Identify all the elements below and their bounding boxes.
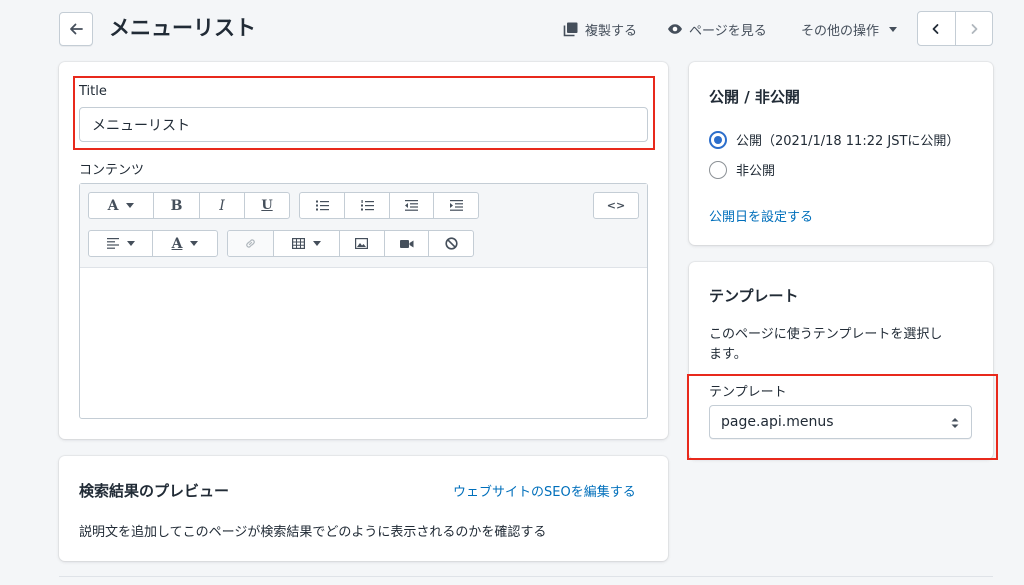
bulleted-list-button[interactable] — [300, 193, 344, 218]
insert-image-button[interactable] — [339, 231, 384, 256]
indent-icon — [449, 200, 463, 211]
html-group: <> — [593, 192, 639, 219]
clear-formatting-button[interactable] — [428, 231, 473, 256]
set-publish-date-link[interactable]: 公開日を設定する — [709, 206, 813, 225]
format-group: A B I U — [88, 192, 290, 219]
eye-icon — [668, 24, 682, 34]
page-title: メニューリスト — [109, 16, 256, 40]
caret-down-icon — [126, 203, 135, 208]
template-description: このページに使うテンプレートを選択し ます。 — [709, 325, 942, 365]
visibility-title: 公開 / 非公開 — [709, 88, 800, 106]
outdent-button[interactable] — [388, 193, 434, 218]
template-description-line-2: ます。 — [709, 347, 747, 362]
template-select[interactable]: page.api.menus — [709, 405, 972, 439]
template-title: テンプレート — [709, 287, 799, 305]
visibility-option-hidden[interactable]: 非公開 — [709, 160, 775, 179]
font-style-label: A — [107, 197, 119, 214]
underline-button[interactable]: U — [244, 193, 289, 218]
template-select-label: テンプレート — [709, 385, 787, 400]
radio-visible[interactable] — [709, 130, 727, 149]
numbered-list-icon — [360, 200, 374, 211]
indent-button[interactable] — [433, 193, 478, 218]
list-group — [299, 192, 479, 219]
link-icon — [246, 239, 255, 248]
chevron-left-icon — [932, 23, 939, 34]
radio-visible-label: 公開（2021/1/18 11:22 JSTに公開） — [736, 134, 960, 149]
edit-seo-link[interactable]: ウェブサイトのSEOを編集する — [453, 481, 636, 500]
radio-hidden[interactable] — [709, 160, 727, 179]
font-style-button[interactable]: A — [89, 193, 153, 218]
link-button[interactable] — [228, 231, 273, 256]
bottom-divider — [59, 576, 993, 577]
duplicate-icon — [563, 22, 578, 37]
more-actions-button[interactable]: その他の操作 — [801, 18, 898, 40]
image-icon — [355, 238, 369, 249]
chevron-right-icon — [971, 23, 978, 34]
align-button[interactable] — [89, 231, 152, 256]
editor-body[interactable] — [80, 269, 647, 418]
more-actions-label: その他の操作 — [801, 23, 880, 39]
seo-card — [59, 456, 668, 561]
view-page-label: ページを見る — [689, 23, 767, 39]
back-button[interactable] — [59, 12, 93, 46]
outdent-icon — [405, 200, 419, 211]
block-icon — [445, 237, 458, 250]
duplicate-label: 複製する — [585, 23, 638, 39]
bulleted-list-icon — [315, 200, 329, 211]
template-description-line-1: このページに使うテンプレートを選択し — [709, 327, 943, 342]
caret-down-icon — [312, 241, 321, 246]
caret-down-icon — [190, 241, 199, 246]
next-page-button[interactable] — [954, 12, 993, 45]
table-button[interactable] — [272, 231, 339, 256]
template-select-value: page.api.menus — [721, 414, 834, 430]
align-color-group: A — [88, 230, 218, 257]
radio-hidden-label: 非公開 — [736, 164, 776, 179]
caret-down-icon — [126, 241, 135, 246]
title-input[interactable]: メニューリスト — [79, 107, 648, 142]
bold-button[interactable]: B — [153, 193, 199, 218]
italic-button[interactable]: I — [199, 193, 244, 218]
table-icon — [291, 238, 305, 249]
seo-description: 説明文を追加してこのページが検索結果でどのように表示されるのかを確認する — [79, 525, 547, 540]
seo-title: 検索結果のプレビュー — [79, 482, 230, 500]
html-view-button[interactable]: <> — [594, 193, 638, 218]
visibility-option-visible[interactable]: 公開（2021/1/18 11:22 JSTに公開） — [709, 130, 959, 149]
video-icon — [399, 239, 414, 248]
select-arrows-icon — [951, 418, 959, 428]
duplicate-button[interactable]: 複製する — [563, 18, 637, 40]
view-page-button[interactable]: ページを見る — [667, 18, 767, 40]
title-label: Title — [79, 84, 107, 99]
insert-group — [227, 230, 474, 257]
insert-video-button[interactable] — [383, 231, 429, 256]
text-color-button[interactable]: A — [152, 231, 217, 256]
caret-down-icon — [889, 26, 898, 32]
numbered-list-button[interactable] — [344, 193, 389, 218]
content-label: コンテンツ — [79, 163, 145, 178]
align-left-icon — [106, 238, 119, 249]
title-input-value: メニューリスト — [92, 117, 190, 134]
previous-page-button[interactable] — [918, 12, 955, 45]
arrow-left-icon — [70, 23, 83, 35]
text-color-label: A — [171, 235, 183, 252]
pagination — [917, 11, 993, 46]
